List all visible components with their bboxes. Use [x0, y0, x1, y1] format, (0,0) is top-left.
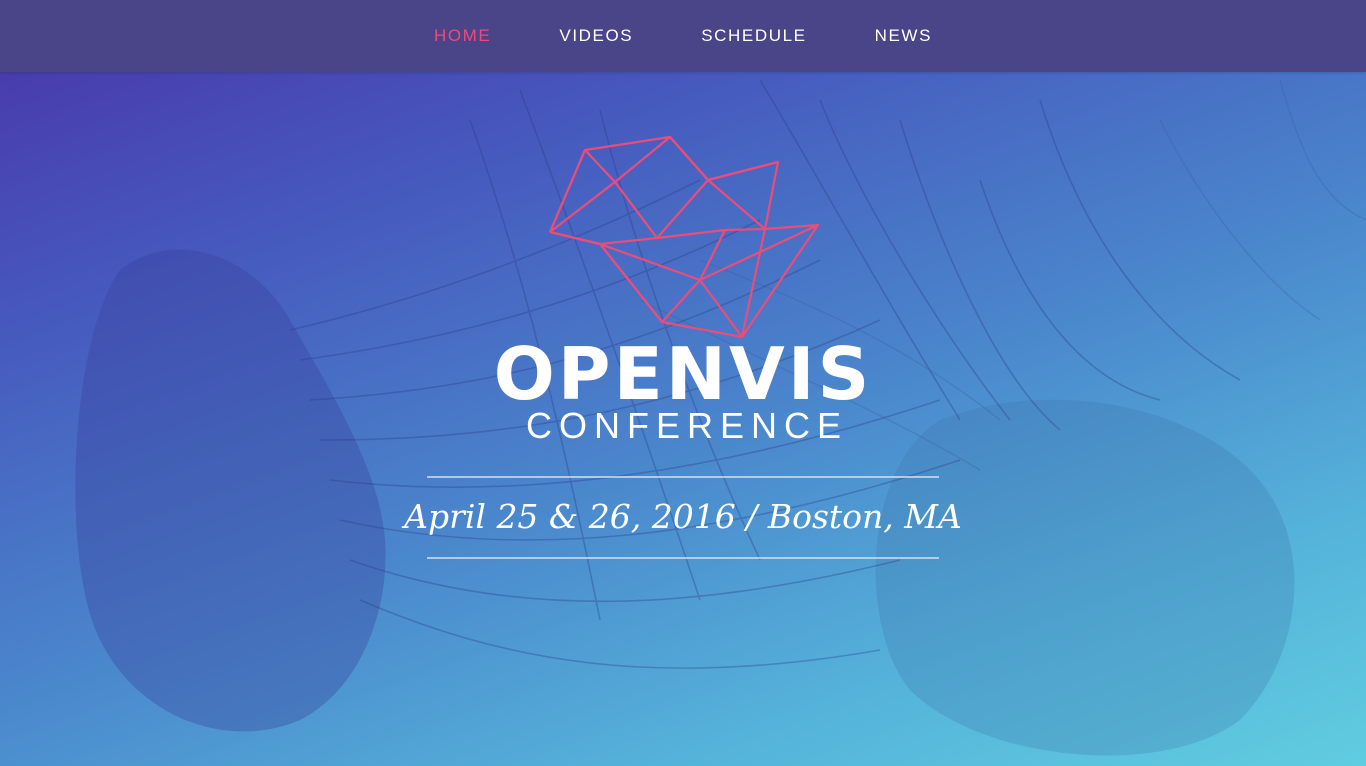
- conference-title: OPENVIS: [493, 332, 873, 416]
- nav-home-link[interactable]: HOME: [434, 0, 491, 72]
- page: HOME VIDEOS SCHEDULE NEWS OPENVIS CONFER…: [0, 0, 1366, 766]
- nav-schedule-link[interactable]: SCHEDULE: [701, 0, 806, 72]
- top-navigation-bar: HOME VIDEOS SCHEDULE NEWS: [0, 0, 1366, 72]
- date-location-text: April 25 & 26, 2016 / Boston, MA: [404, 497, 962, 536]
- conference-subtitle: CONFERENCE: [525, 405, 849, 446]
- divider-bottom: [427, 557, 939, 559]
- nav-videos-link[interactable]: VIDEOS: [559, 0, 633, 72]
- hero-section: OPENVIS CONFERENCE April 25 & 26, 2016 /…: [0, 72, 1366, 766]
- divider-top: [427, 476, 939, 478]
- geometric-wireframe-logo-icon: [548, 135, 820, 339]
- nav-news-link[interactable]: NEWS: [875, 0, 932, 72]
